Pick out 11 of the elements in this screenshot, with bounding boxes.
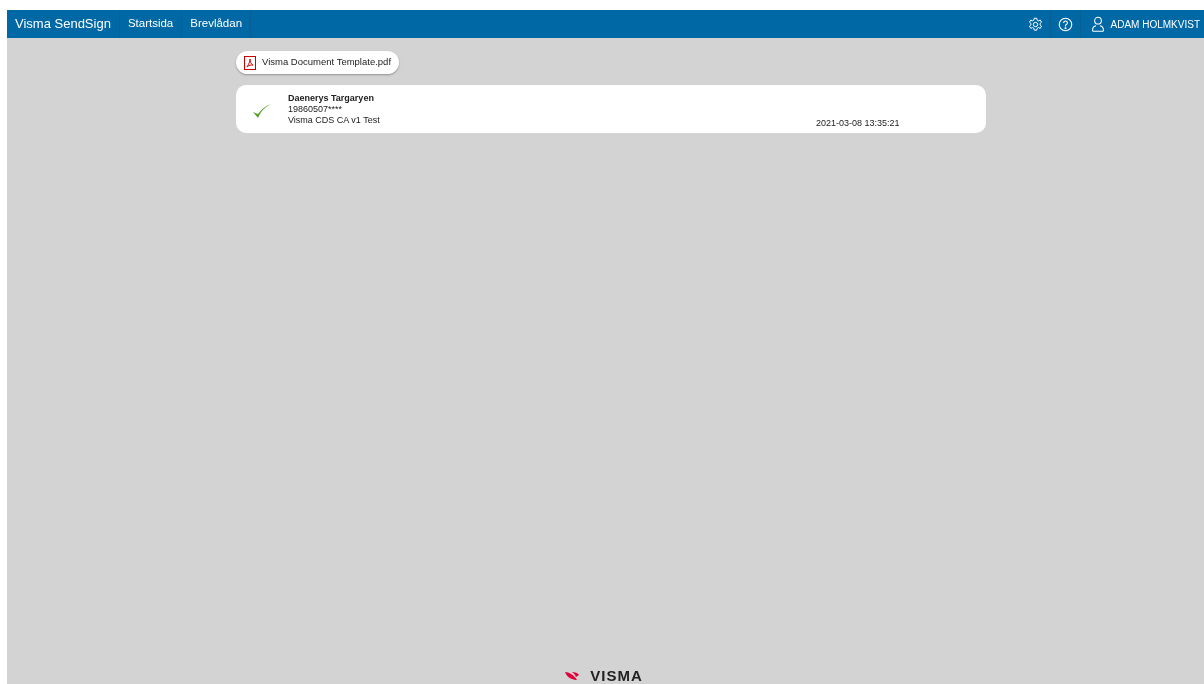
signing-method: Visma CDS CA v1 Test: [288, 114, 380, 126]
user-icon: [1090, 16, 1105, 32]
user-menu-button[interactable]: ADAM HOLMKVIST: [1080, 10, 1204, 38]
personal-number: 19860507****: [288, 103, 344, 115]
signed-timestamp: 2021-03-08 13:35:21: [816, 118, 900, 129]
signer-name: Daenerys Targaryen: [288, 92, 375, 104]
pdf-icon: [244, 55, 256, 70]
document-button[interactable]: Visma Document Template.pdf: [236, 51, 400, 74]
logo-text: VISMA: [590, 668, 643, 684]
help-icon: [1057, 16, 1073, 32]
settings-icon: [1027, 16, 1043, 32]
